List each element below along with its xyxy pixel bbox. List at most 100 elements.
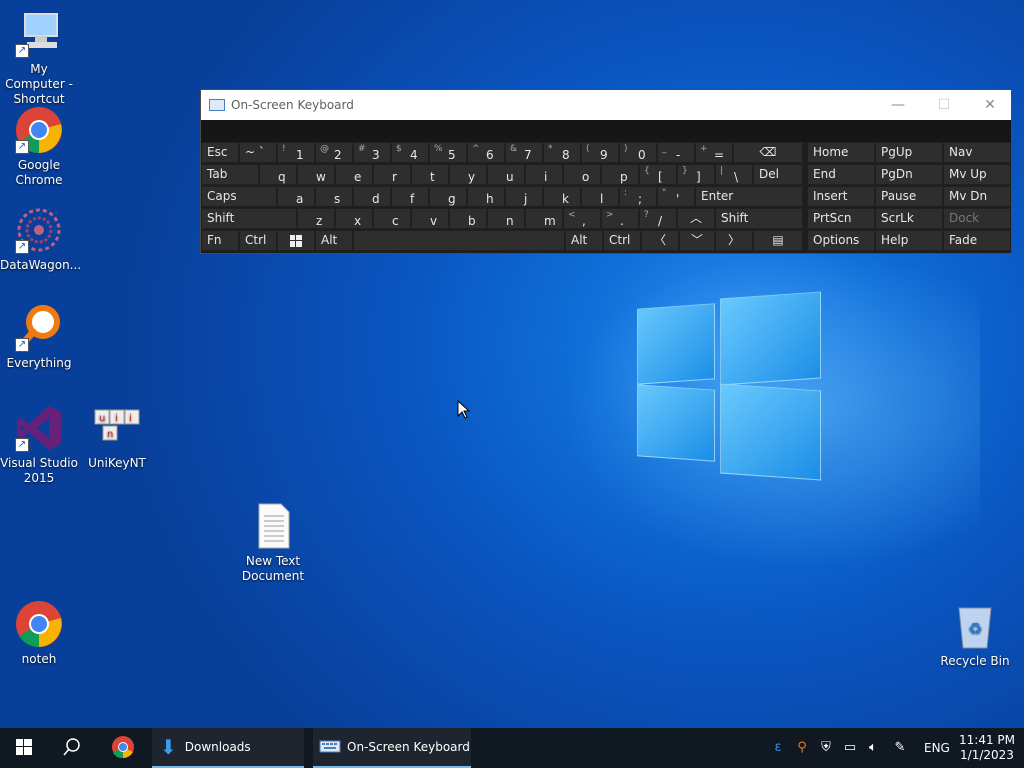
- taskbar-chrome[interactable]: [100, 728, 146, 768]
- key-9[interactable]: (9: [581, 142, 619, 163]
- key-w[interactable]: w: [297, 164, 335, 185]
- key-l[interactable]: l: [581, 186, 619, 207]
- key-u[interactable]: u: [487, 164, 525, 185]
- key-left-arrow[interactable]: 〈: [641, 230, 679, 251]
- close-button[interactable]: ✕: [967, 90, 1013, 120]
- search-button[interactable]: [48, 728, 96, 768]
- key-4[interactable]: $4: [391, 142, 429, 163]
- key-menu[interactable]: ▤: [753, 230, 803, 251]
- key-left-alt[interactable]: Alt: [315, 230, 353, 251]
- key-0[interactable]: ) 0: [619, 142, 657, 163]
- pen-icon[interactable]: ✎: [892, 740, 908, 756]
- key-tab[interactable]: Tab: [201, 164, 259, 185]
- osk-titlebar[interactable]: On-Screen Keyboard — ☐ ✕: [201, 90, 1011, 120]
- key-n[interactable]: n: [487, 208, 525, 229]
- key-fade[interactable]: Fade: [943, 230, 1011, 251]
- start-button[interactable]: [0, 728, 48, 768]
- key-windows[interactable]: [277, 230, 315, 251]
- key-space[interactable]: [353, 230, 565, 251]
- key-b[interactable]: b: [449, 208, 487, 229]
- key-down-arrow[interactable]: ﹀: [679, 230, 715, 251]
- key-equals[interactable]: + =: [695, 142, 733, 163]
- key-o[interactable]: o: [563, 164, 601, 185]
- key-c[interactable]: c: [373, 208, 411, 229]
- volume-icon[interactable]: 🔈︎: [865, 740, 881, 756]
- key-m[interactable]: m: [525, 208, 563, 229]
- desktop-icon-my-computer[interactable]: ↗ My Computer - Shortcut: [0, 10, 78, 107]
- key-enter[interactable]: Enter: [695, 186, 803, 207]
- network-icon[interactable]: ▭: [842, 740, 858, 756]
- minimize-button[interactable]: —: [875, 90, 921, 120]
- key-i[interactable]: i: [525, 164, 563, 185]
- key-semicolon[interactable]: :;: [619, 186, 657, 207]
- desktop-icon-visual-studio[interactable]: ↗ Visual Studio 2015: [0, 404, 78, 486]
- key-minus[interactable]: _ -: [657, 142, 695, 163]
- key-1[interactable]: ! 1: [277, 142, 315, 163]
- key-end[interactable]: End: [807, 164, 875, 185]
- desktop-icon-recycle-bin[interactable]: ♻ Recycle Bin: [936, 602, 1014, 669]
- key-del[interactable]: Del: [753, 164, 803, 185]
- key-v[interactable]: v: [411, 208, 449, 229]
- key-z[interactable]: z: [297, 208, 335, 229]
- key-6[interactable]: ^ 6: [467, 142, 505, 163]
- key-t[interactable]: t: [411, 164, 449, 185]
- everything-tray-icon[interactable]: ⚲: [794, 740, 810, 756]
- key-caps[interactable]: Caps: [201, 186, 277, 207]
- key-h[interactable]: h: [467, 186, 505, 207]
- key-backslash[interactable]: | \: [715, 164, 753, 185]
- key-comma[interactable]: <,: [563, 208, 601, 229]
- security-shield-icon[interactable]: ⛨: [818, 740, 834, 756]
- key-pause[interactable]: Pause: [875, 186, 943, 207]
- key-help[interactable]: Help: [875, 230, 943, 251]
- key-q[interactable]: q: [259, 164, 297, 185]
- language-indicator[interactable]: ENG: [924, 728, 950, 768]
- key-right-arrow[interactable]: 〉: [715, 230, 753, 251]
- desktop-icon-noteh[interactable]: noteh: [0, 600, 78, 667]
- key-right-bracket[interactable]: }]: [677, 164, 715, 185]
- key-left-shift[interactable]: Shift: [201, 208, 297, 229]
- key-fn[interactable]: Fn: [201, 230, 239, 251]
- key-d[interactable]: d: [353, 186, 391, 207]
- key-7[interactable]: & 7: [505, 142, 543, 163]
- key-s[interactable]: s: [315, 186, 353, 207]
- maximize-button[interactable]: ☐: [921, 90, 967, 120]
- key-3[interactable]: #3: [353, 142, 391, 163]
- desktop-icon-new-text-document[interactable]: New Text Document: [234, 502, 312, 584]
- key-mv-up[interactable]: Mv Up: [943, 164, 1011, 185]
- key-k[interactable]: k: [543, 186, 581, 207]
- key-p[interactable]: p: [601, 164, 639, 185]
- tray-app-icon[interactable]: ɛ: [770, 740, 786, 756]
- key-scrlk[interactable]: ScrLk: [875, 208, 943, 229]
- key-backspace[interactable]: ⌫: [733, 142, 803, 163]
- key-x[interactable]: x: [335, 208, 373, 229]
- key-a[interactable]: a: [277, 186, 315, 207]
- key-home[interactable]: Home: [807, 142, 875, 163]
- key-quote[interactable]: " ': [657, 186, 695, 207]
- taskbar-downloads[interactable]: ⬇ Downloads: [152, 728, 304, 768]
- key-dock[interactable]: Dock: [943, 208, 1011, 229]
- desktop-icon-unikey[interactable]: uiin UniKeyNT: [78, 404, 156, 471]
- taskbar-on-screen-keyboard[interactable]: On-Screen Keyboard: [313, 728, 471, 768]
- key-right-shift[interactable]: Shift: [715, 208, 803, 229]
- key-f[interactable]: f: [391, 186, 429, 207]
- key-nav[interactable]: Nav: [943, 142, 1011, 163]
- key-j[interactable]: j: [505, 186, 543, 207]
- key-period[interactable]: >.: [601, 208, 639, 229]
- key-5[interactable]: % 5: [429, 142, 467, 163]
- clock[interactable]: 11:41 PM 1/1/2023: [958, 728, 1016, 768]
- key-esc[interactable]: Esc: [201, 142, 239, 163]
- key-2[interactable]: @2: [315, 142, 353, 163]
- key-r[interactable]: r: [373, 164, 411, 185]
- key-pgup[interactable]: PgUp: [875, 142, 943, 163]
- desktop-icon-everything[interactable]: ↗ Everything: [0, 304, 78, 371]
- key-right-alt[interactable]: Alt: [565, 230, 603, 251]
- desktop-icon-google-chrome[interactable]: ↗ Google Chrome: [0, 106, 78, 188]
- key-right-ctrl[interactable]: Ctrl: [603, 230, 641, 251]
- key-prtscn[interactable]: PrtScn: [807, 208, 875, 229]
- key-left-ctrl[interactable]: Ctrl: [239, 230, 277, 251]
- key-pgdn[interactable]: PgDn: [875, 164, 943, 185]
- desktop-icon-datawagon[interactable]: ↗ DataWagon...: [0, 206, 81, 273]
- key-options[interactable]: Options: [807, 230, 875, 251]
- key-left-bracket[interactable]: {[: [639, 164, 677, 185]
- key-up-arrow[interactable]: ︿: [677, 208, 715, 229]
